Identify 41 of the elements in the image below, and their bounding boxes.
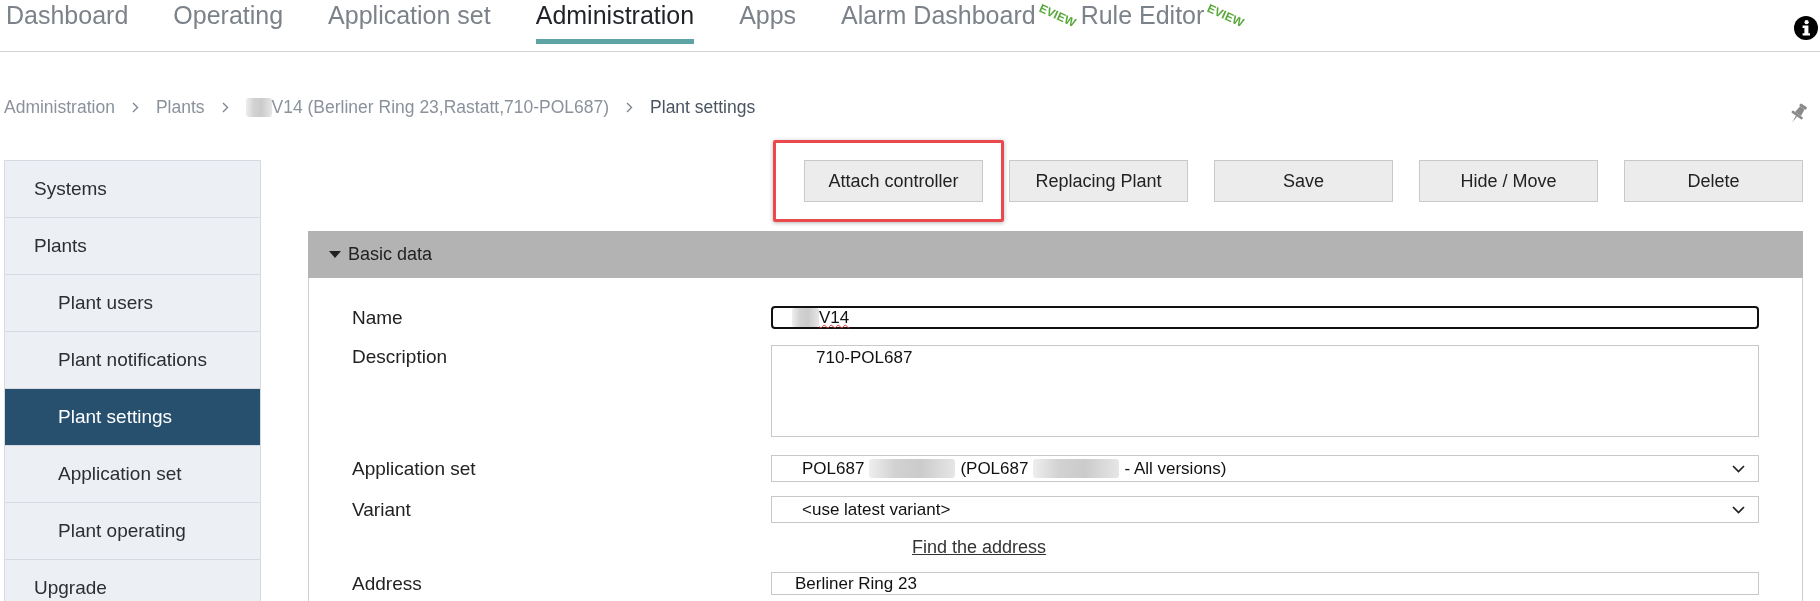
text-field[interactable]: Berliner Ring 23 <box>771 572 1759 595</box>
chevron-right-icon <box>626 101 634 113</box>
action-button[interactable]: Delete <box>1624 160 1803 202</box>
nav-tab[interactable]: Administration <box>535 0 695 44</box>
chevron-down-icon <box>1732 464 1745 473</box>
field-value: 710-POL687 <box>816 348 913 367</box>
find-address-link[interactable]: Find the address <box>912 537 1047 557</box>
chevron-right-icon <box>131 101 139 113</box>
chevron-right-icon <box>221 101 229 113</box>
nav-tab[interactable]: Apps <box>739 0 797 44</box>
field-value: <use latest variant> <box>802 500 951 519</box>
field-label: Variant <box>352 498 412 521</box>
field-value: POL687 <box>802 459 865 478</box>
info-icon[interactable] <box>1794 16 1818 40</box>
action-button[interactable]: Hide / Move <box>1419 160 1598 202</box>
field-label: Address <box>352 572 423 595</box>
blurred-patch <box>245 97 272 117</box>
field-value: (POL687 <box>960 459 1029 478</box>
field-label: Application set <box>352 457 477 480</box>
field-label: Name <box>352 306 404 329</box>
field-value: Berliner Ring 23 <box>795 574 917 593</box>
chevron-down-icon <box>1732 505 1745 514</box>
nav-tab[interactable]: Application set <box>328 0 491 44</box>
nav-tab[interactable]: Alarm Dashboard <box>841 0 1036 44</box>
blurred-patch <box>792 308 819 327</box>
text-field[interactable]: V14 <box>771 306 1759 329</box>
field-label: Description <box>352 345 449 368</box>
action-button[interactable]: Attach controller <box>804 160 983 202</box>
action-button[interactable]: Replacing Plant <box>1009 160 1188 202</box>
section-header[interactable]: Basic data <box>308 231 1803 278</box>
nav-tab[interactable]: Dashboard <box>6 0 129 44</box>
field-value: V14 <box>819 308 850 327</box>
nav-tab[interactable]: Rule Editor <box>1080 0 1205 44</box>
breadcrumb-link[interactable]: Plant settings <box>650 96 756 118</box>
dropdown-field[interactable]: <use latest variant> <box>771 496 1759 523</box>
textarea-field[interactable]: 710-POL687 <box>771 345 1759 437</box>
nav-tab[interactable]: Operating <box>173 0 284 44</box>
dropdown-field[interactable]: POL687 (POL687 - All versions) <box>771 455 1759 482</box>
sidebar-item[interactable]: Plant settings <box>5 389 260 446</box>
action-button[interactable]: Save <box>1214 160 1393 202</box>
field-value: - All versions) <box>1124 459 1227 478</box>
